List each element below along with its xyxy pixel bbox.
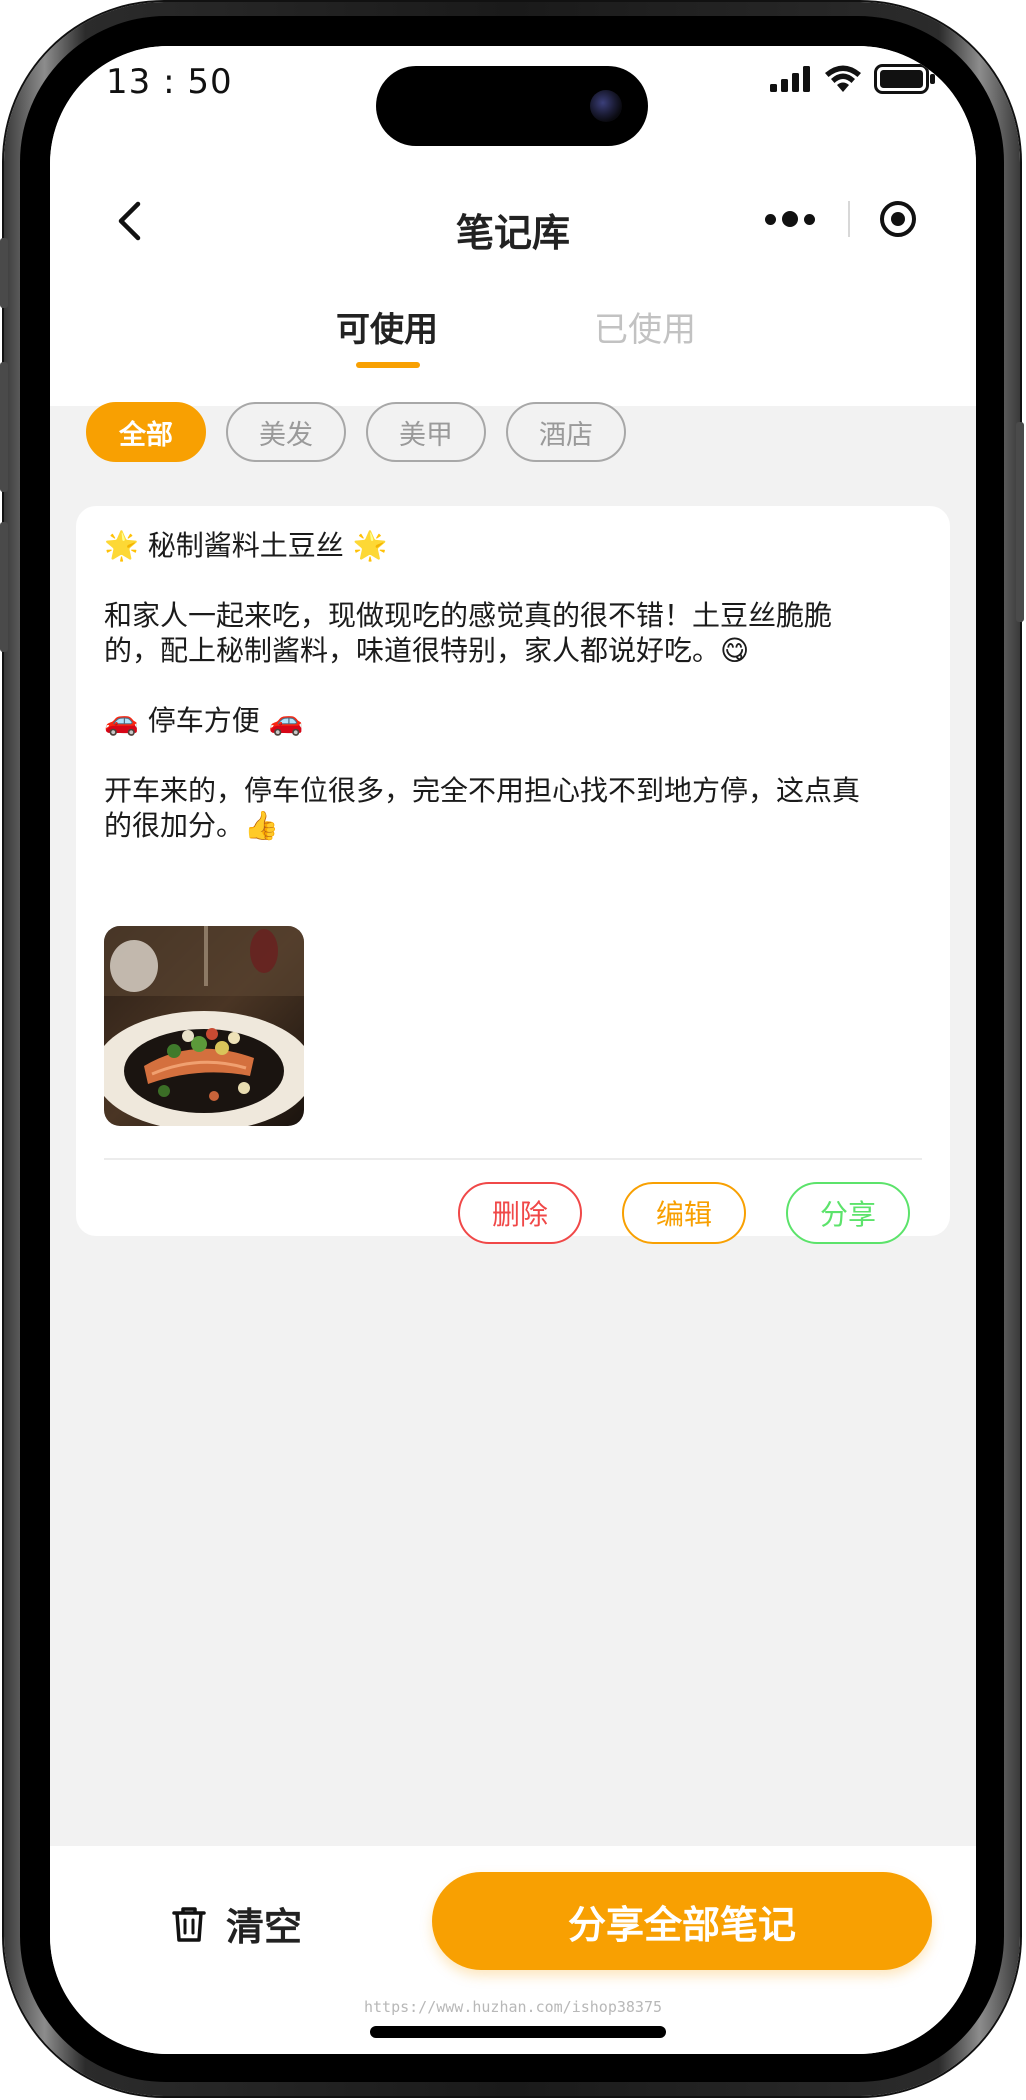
power-button — [1016, 422, 1024, 622]
more-button[interactable] — [750, 194, 830, 244]
clear-label: 清空 — [226, 1905, 303, 1949]
volume-up-button — [0, 362, 8, 492]
status-time: 13 : 50 — [106, 62, 233, 102]
miniprogram-capsule — [750, 194, 920, 244]
chip-hair[interactable]: 美发 — [226, 402, 346, 462]
note-paragraph: 开车来的，停车位很多，完全不用担心找不到地方停，这点真的很加分。👍 — [104, 774, 861, 842]
silent-switch — [0, 238, 8, 308]
volume-down-button — [0, 522, 8, 652]
capsule-divider — [848, 201, 850, 237]
screen: 13 : 50 笔记库 可使用 已使用 全部 美发 美甲 酒店 🌟 秘制酱料土豆… — [50, 46, 976, 2054]
close-miniprogram-button[interactable] — [876, 197, 920, 241]
clear-button[interactable]: 清空 — [168, 1896, 302, 1951]
note-title: 🌟 秘制酱料土豆丝 🌟 — [104, 529, 388, 562]
note-card: 🌟 秘制酱料土豆丝 🌟 和家人一起来吃，现做现吃的感觉真的很不错！土豆丝脆脆的，… — [76, 506, 950, 1244]
more-dot-icon — [765, 213, 776, 225]
chip-all[interactable]: 全部 — [86, 402, 206, 462]
status-bar: 13 : 50 — [50, 46, 976, 166]
chip-hotel[interactable]: 酒店 — [506, 402, 626, 462]
share-button[interactable]: 分享 — [786, 1182, 910, 1244]
status-icons — [770, 64, 936, 94]
note-paragraph: 和家人一起来吃，现做现吃的感觉真的很不错！土豆丝脆脆的，配上秘制酱料，味道很特别… — [104, 599, 833, 667]
salmon-dish-photo-icon — [104, 926, 304, 1126]
note-content: 🌟 秘制酱料土豆丝 🌟 和家人一起来吃，现做现吃的感觉真的很不错！土豆丝脆脆的，… — [104, 528, 864, 843]
card-divider — [104, 1158, 922, 1160]
target-circle-icon — [880, 201, 916, 237]
tab-used[interactable]: 已使用 — [594, 302, 696, 351]
more-dot-icon — [804, 213, 815, 225]
battery-icon — [874, 64, 935, 94]
chip-nails[interactable]: 美甲 — [366, 402, 486, 462]
more-dot-icon — [782, 211, 798, 227]
category-filter: 全部 美发 美甲 酒店 — [86, 402, 626, 462]
trash-icon — [172, 1906, 206, 1942]
bottom-bar: 清空 分享全部笔记 https://www.huzhan.com/ishop38… — [50, 1846, 976, 2054]
front-camera-icon — [590, 90, 622, 122]
delete-button[interactable]: 删除 — [458, 1182, 582, 1244]
home-indicator[interactable] — [370, 2026, 666, 2038]
tab-active-indicator — [356, 362, 420, 368]
wifi-icon — [825, 65, 861, 92]
tab-available[interactable]: 可使用 — [336, 302, 438, 351]
dynamic-island — [376, 66, 648, 146]
note-photo[interactable] — [104, 926, 304, 1126]
note-subtitle: 🚗 停车方便 🚗 — [104, 704, 304, 737]
share-all-notes-button[interactable]: 分享全部笔记 — [432, 1872, 932, 1970]
note-actions: 删除 编辑 分享 — [458, 1182, 910, 1244]
cellular-signal-icon — [770, 66, 810, 92]
edit-button[interactable]: 编辑 — [622, 1182, 746, 1244]
watermark-text: https://www.huzhan.com/ishop38375 — [363, 1998, 662, 2016]
tab-bar: 可使用 已使用 — [50, 276, 976, 406]
